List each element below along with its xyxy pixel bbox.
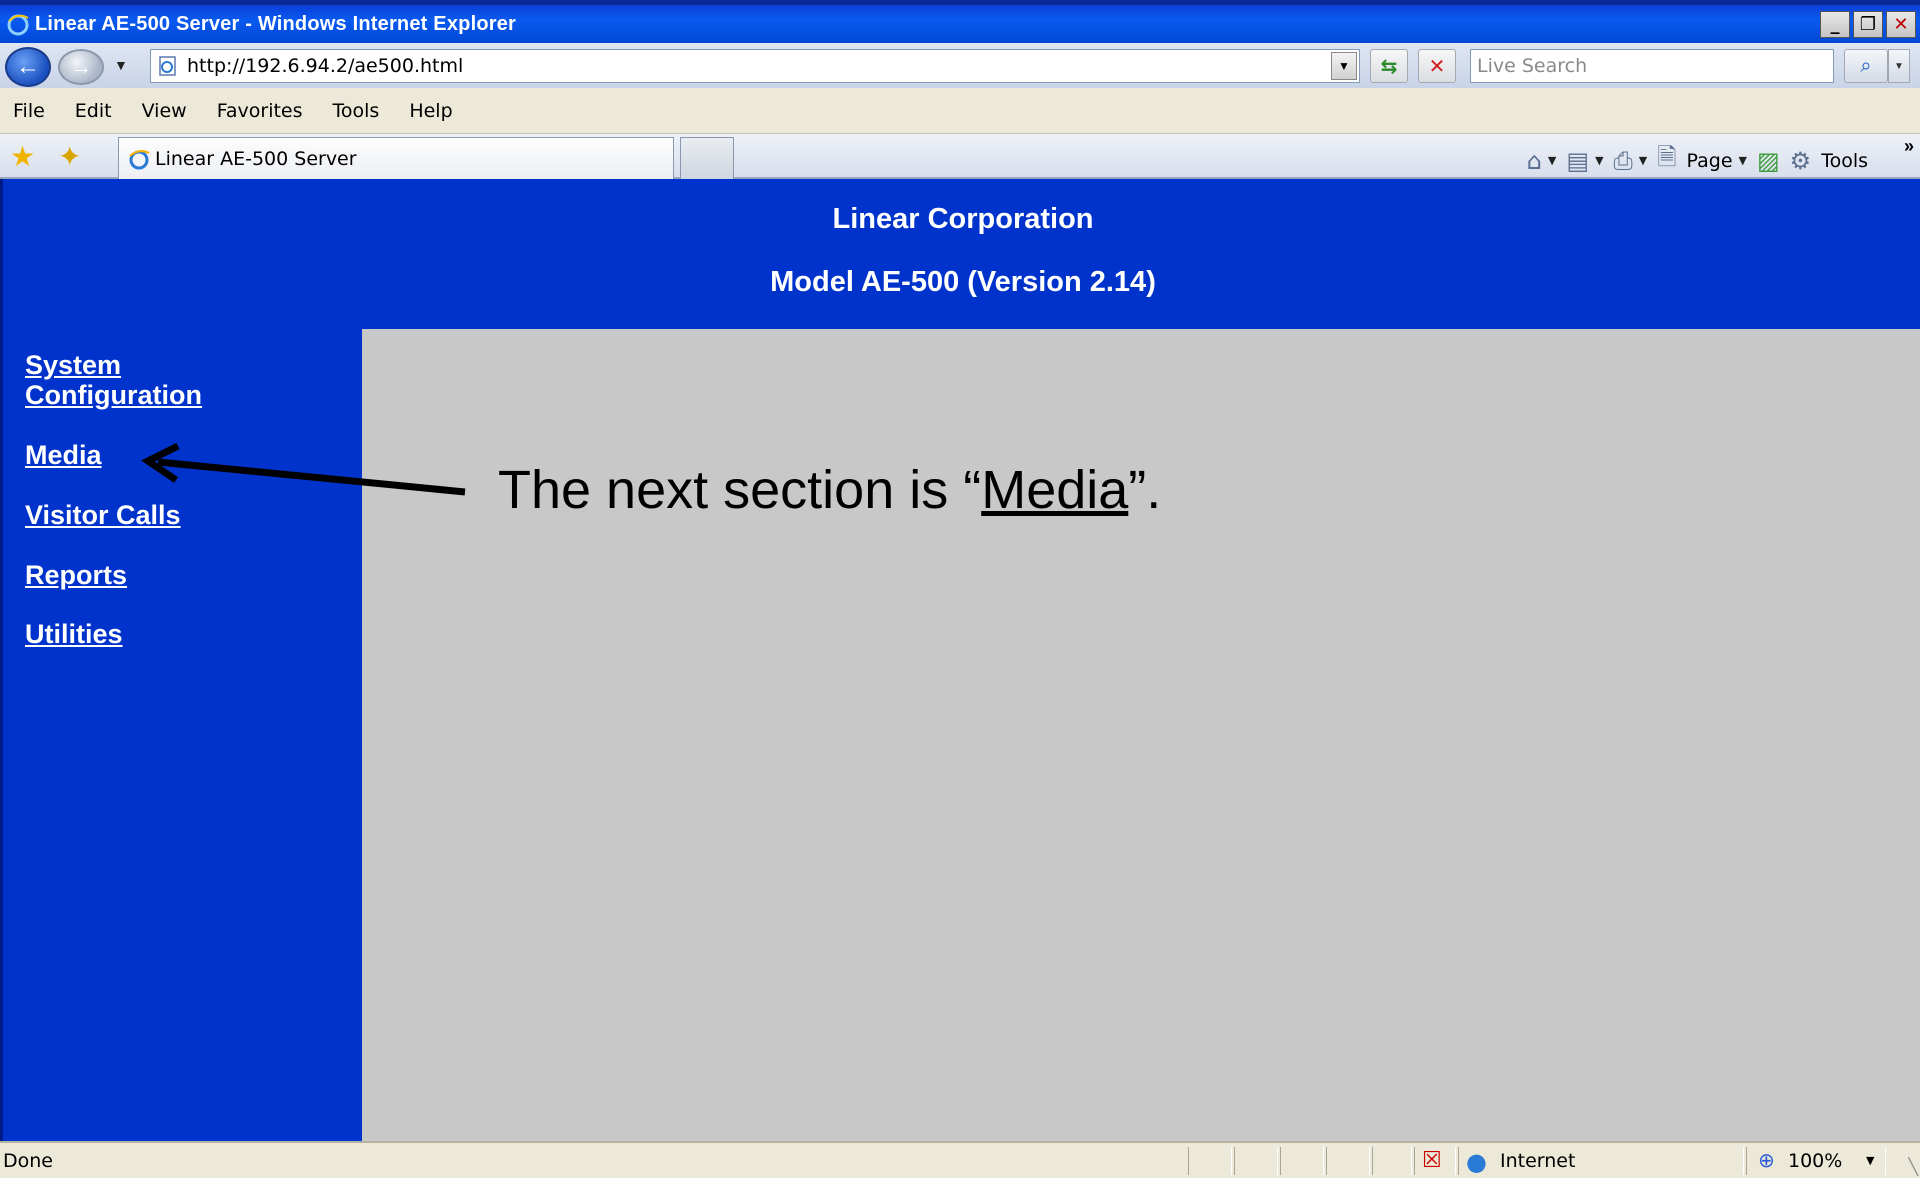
model-version: Model AE-500 (Version 2.14) — [770, 266, 1156, 298]
web-page: Linear Corporation Model AE-500 (Version… — [0, 179, 1920, 1141]
annotation-callout: The next section is “Media”. — [498, 459, 1161, 521]
annotation-highlight: Media — [981, 460, 1129, 520]
tab-label: Linear AE-500 Server — [155, 147, 357, 170]
company-name: Linear Corporation — [832, 203, 1094, 235]
main-content-area — [362, 329, 1920, 1141]
menu-tools[interactable]: Tools — [333, 100, 380, 122]
menu-bar: File Edit View Favorites Tools Help — [0, 88, 1920, 134]
window-title-bar: Linear AE-500 Server - Windows Internet … — [0, 0, 1920, 43]
search-icon: ⌕ — [1860, 54, 1872, 77]
back-button[interactable]: ← — [5, 47, 51, 87]
new-tab-button[interactable] — [680, 137, 734, 179]
popup-blocked-icon[interactable]: ☒ — [1422, 1148, 1442, 1173]
status-text: Done — [3, 1150, 53, 1172]
favorites-star-icon[interactable]: ★ — [10, 140, 35, 173]
refresh-button[interactable]: ⇆ — [1370, 49, 1408, 83]
status-cell — [1280, 1147, 1324, 1175]
nav-link-media[interactable]: Media — [25, 440, 285, 470]
command-bar: ⌂ ▼ ▤ ▼ ⎙ ▼ 🗎 Page ▼ ▨ ⚙ Tools — [1527, 140, 1908, 181]
address-toolbar: ← → ▼ http://192.6.94.2/ae500.html ▼ ⇆ ✕… — [0, 43, 1920, 88]
search-input[interactable]: Live Search — [1470, 49, 1834, 83]
search-button[interactable]: ⌕ — [1844, 49, 1888, 83]
close-button[interactable]: ✕ — [1886, 11, 1916, 38]
url-text: http://192.6.94.2/ae500.html — [187, 55, 464, 77]
minimize-button[interactable]: _ — [1820, 11, 1850, 38]
annotation-suffix: ”. — [1128, 460, 1162, 520]
refresh-icon: ⇆ — [1380, 55, 1398, 78]
nav-link-system-configuration[interactable]: System Configuration — [25, 350, 285, 410]
ie-tab-icon — [129, 149, 150, 169]
globe-icon: ● — [1466, 1148, 1487, 1176]
nav-link-system-configuration-line1: System — [25, 350, 122, 380]
page-icon — [159, 56, 176, 76]
restore-button[interactable]: ❐ — [1853, 11, 1883, 38]
page-header: Linear Corporation Model AE-500 (Version… — [0, 179, 1920, 329]
forward-button[interactable]: → — [58, 49, 104, 85]
tools-menu-button[interactable]: Tools — [1821, 150, 1868, 172]
status-cell — [1234, 1147, 1278, 1175]
research-icon[interactable]: ▨ — [1757, 147, 1780, 175]
home-dropdown-icon[interactable]: ▼ — [1548, 154, 1556, 167]
feeds-icon[interactable]: ▤ — [1566, 147, 1589, 175]
annotation-prefix: The next section is “ — [498, 460, 982, 520]
recent-pages-dropdown-icon[interactable]: ▼ — [114, 57, 128, 73]
nav-link-visitor-calls[interactable]: Visitor Calls — [25, 500, 285, 530]
zoom-level[interactable]: 100% — [1788, 1150, 1842, 1172]
more-chevron-icon[interactable]: » — [1904, 136, 1914, 157]
menu-file[interactable]: File — [13, 100, 45, 122]
menu-favorites[interactable]: Favorites — [217, 100, 303, 122]
back-arrow-icon: ← — [16, 53, 40, 80]
menu-help[interactable]: Help — [409, 100, 452, 122]
tab-linear-ae500[interactable]: Linear AE-500 Server — [118, 137, 674, 179]
status-bar: Done ☒ ● Internet ⊕ 100% ▼ ╲ — [0, 1141, 1920, 1178]
nav-link-reports[interactable]: Reports — [25, 560, 285, 590]
ie-logo-icon — [7, 14, 29, 36]
menu-edit[interactable]: Edit — [75, 100, 112, 122]
page-menu-icon: 🗎 — [1657, 143, 1677, 171]
home-icon[interactable]: ⌂ — [1527, 147, 1542, 175]
search-options-dropdown[interactable]: ▼ — [1888, 49, 1910, 83]
address-field[interactable]: http://192.6.94.2/ae500.html ▼ — [150, 49, 1360, 83]
print-dropdown-icon[interactable]: ▼ — [1639, 154, 1647, 167]
feeds-dropdown-icon[interactable]: ▼ — [1595, 154, 1603, 167]
zoom-dropdown-icon[interactable]: ▼ — [1866, 1154, 1874, 1167]
nav-link-system-configuration-line2: Configuration — [25, 380, 202, 410]
page-menu-button[interactable]: Page — [1687, 150, 1733, 172]
forward-arrow-icon: → — [70, 54, 92, 79]
stop-button[interactable]: ✕ — [1418, 49, 1456, 83]
stop-icon: ✕ — [1428, 55, 1446, 78]
security-zone[interactable]: Internet — [1500, 1150, 1575, 1172]
search-placeholder: Live Search — [1477, 55, 1588, 77]
gear-icon: ⚙ — [1789, 146, 1812, 175]
window-title: Linear AE-500 Server - Windows Internet … — [35, 12, 517, 35]
menu-view[interactable]: View — [142, 100, 187, 122]
tab-bar: ★ ✦ Linear AE-500 Server ⌂ ▼ ▤ ▼ ⎙ ▼ 🗎 P… — [0, 134, 1920, 179]
status-cell — [1188, 1147, 1232, 1175]
status-cell — [1326, 1147, 1370, 1175]
sidebar-nav: System Configuration Media Visitor Calls… — [0, 329, 362, 1141]
resize-grip-icon[interactable]: ╲ — [1908, 1157, 1918, 1176]
page-dropdown-icon[interactable]: ▼ — [1739, 154, 1747, 167]
nav-link-utilities[interactable]: Utilities — [25, 619, 285, 649]
add-favorite-icon[interactable]: ✦ — [58, 140, 81, 173]
zoom-icon: ⊕ — [1758, 1148, 1775, 1172]
address-dropdown-button[interactable]: ▼ — [1331, 52, 1357, 80]
status-cell — [1372, 1147, 1412, 1175]
print-icon[interactable]: ⎙ — [1614, 147, 1633, 175]
